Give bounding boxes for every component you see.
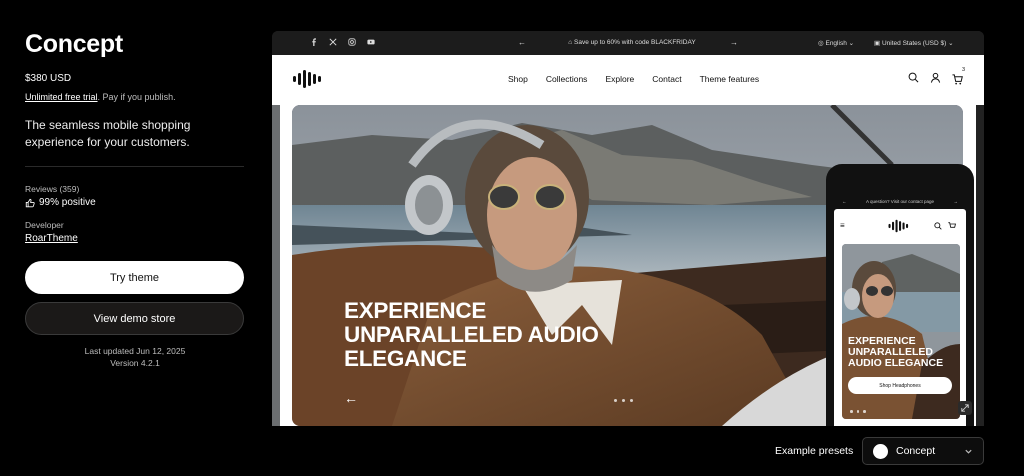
nav-explore[interactable]: Explore (605, 74, 634, 84)
youtube-icon[interactable] (367, 38, 375, 46)
preset-select[interactable]: Concept (862, 437, 984, 465)
nav-contact[interactable]: Contact (652, 74, 681, 84)
reviews-positive: 99% positive (25, 197, 245, 208)
menu-icon[interactable]: ≡ (840, 221, 845, 230)
theme-tagline: The seamless mobile shopping experience … (25, 118, 191, 149)
account-icon[interactable] (930, 72, 941, 83)
slide-dot[interactable] (863, 410, 866, 413)
nav-collections[interactable]: Collections (546, 74, 588, 84)
site-logo-icon[interactable] (292, 69, 324, 89)
thumbs-up-icon (25, 198, 35, 207)
last-updated: Last updated Jun 12, 2025 (84, 346, 186, 356)
country-value: United States (USD $) (881, 40, 947, 47)
language-selector[interactable]: ◎ English ⌄ (818, 39, 854, 47)
facebook-icon[interactable] (310, 38, 318, 46)
mobile-announcement-text: A question? Visit our contact page (866, 198, 934, 204)
slide-dot[interactable] (850, 410, 853, 413)
mobile-announcement-bar: ← A question? Visit our contact page → (836, 194, 964, 208)
mobile-search-icon[interactable] (934, 222, 942, 230)
preset-selected-value: Concept (896, 445, 936, 457)
version: Version 4.2.1 (110, 358, 160, 368)
globe-icon: ◎ (818, 40, 824, 47)
previous-slide-peek (272, 105, 280, 426)
hero-headline: EXPERIENCE UNPARALLELED AUDIO ELEGANCE (344, 299, 599, 371)
slide-prev-arrow-icon[interactable]: ← (344, 390, 358, 406)
developer-link[interactable]: RoarTheme (25, 233, 245, 244)
try-theme-button[interactable]: Try theme (25, 261, 244, 294)
hero-line-3: ELEGANCE (344, 346, 467, 371)
search-icon[interactable] (908, 72, 919, 83)
hero-line-1: EXPERIENCE (344, 298, 487, 323)
site-header: Shop Collections Explore Contact Theme f… (272, 55, 984, 103)
cart[interactable]: 3 (952, 67, 965, 90)
currency-icon: ▣ (874, 40, 881, 47)
slide-dot[interactable] (630, 399, 633, 402)
trial-suffix: . Pay if you publish. (97, 92, 176, 102)
mobile-preview[interactable]: ← A question? Visit our contact page → ≡ (826, 164, 974, 426)
mobile-page: ≡ EXPERIENCE UNPARALLELED AUDIO ELEGANCE… (834, 209, 966, 426)
theme-title: Concept (25, 30, 123, 58)
reviews-count: Reviews (359) (25, 184, 80, 194)
chevron-down-icon (965, 449, 972, 454)
cart-icon[interactable] (952, 74, 963, 85)
shop-headphones-button[interactable]: Shop Headphones (848, 377, 952, 394)
mobile-ann-prev-icon[interactable]: ← (842, 199, 847, 204)
language-value: English (825, 40, 847, 47)
theme-price: $380 USD (25, 73, 72, 84)
announcement-message: Save up to 60% with code BLACKFRIDAY (574, 39, 696, 46)
view-demo-store-button[interactable]: View demo store (25, 302, 244, 335)
slide-dot[interactable] (622, 399, 625, 402)
slide-dot[interactable] (614, 399, 617, 402)
main-nav: Shop Collections Explore Contact Theme f… (508, 74, 759, 84)
mobile-hero-line-3: AUDIO ELEGANCE (848, 357, 944, 369)
slide-dot[interactable] (856, 410, 859, 413)
mobile-cart-icon[interactable] (948, 222, 956, 230)
preset-swatch (873, 443, 888, 459)
slide-dots (614, 399, 633, 402)
nav-shop[interactable]: Shop (508, 74, 528, 84)
announcement-bar: ← ⌂ Save up to 60% with code BLACKFRIDAY… (272, 31, 984, 55)
social-links (310, 38, 375, 46)
theme-info-panel: Concept $380 USD Unlimited free trial. P… (25, 30, 245, 369)
hero-line-2: UNPARALLELED AUDIO (344, 322, 599, 347)
mobile-slide-dots (850, 410, 866, 413)
header-icons: 3 (908, 67, 965, 90)
country-selector[interactable]: ▣ United States (USD $) ⌄ (874, 39, 954, 47)
x-icon[interactable] (329, 38, 337, 46)
cart-count: 3 (962, 67, 966, 73)
update-info: Last updated Jun 12, 2025 Version 4.2.1 (25, 345, 245, 369)
expand-icon[interactable] (958, 401, 972, 415)
announcement-text: ⌂ Save up to 60% with code BLACKFRIDAY (562, 39, 702, 46)
nav-theme-features[interactable]: Theme features (700, 74, 760, 84)
example-presets-label: Example presets (775, 445, 854, 457)
divider (25, 166, 244, 167)
positive-text: 99% positive (39, 197, 96, 208)
mobile-hero-headline: EXPERIENCE UNPARALLELED AUDIO ELEGANCE (848, 336, 943, 369)
instagram-icon[interactable] (348, 38, 356, 46)
chevron-down-icon: ⌄ (848, 40, 855, 47)
mobile-logo-icon[interactable] (886, 219, 912, 233)
chevron-down-icon: ⌄ (948, 40, 954, 47)
announcement-next-icon[interactable]: → (730, 38, 738, 47)
mobile-ann-next-icon[interactable]: → (954, 199, 959, 204)
next-slide-peek (976, 105, 984, 426)
unlimited-trial-link[interactable]: Unlimited free trial (25, 92, 98, 102)
trial-note: Unlimited free trial. Pay if you publish… (25, 92, 245, 102)
announcement-prev-icon[interactable]: ← (518, 38, 526, 47)
developer-label: Developer (25, 220, 64, 230)
mobile-hero[interactable]: EXPERIENCE UNPARALLELED AUDIO ELEGANCE S… (842, 244, 960, 419)
tag-icon: ⌂ (568, 39, 573, 46)
